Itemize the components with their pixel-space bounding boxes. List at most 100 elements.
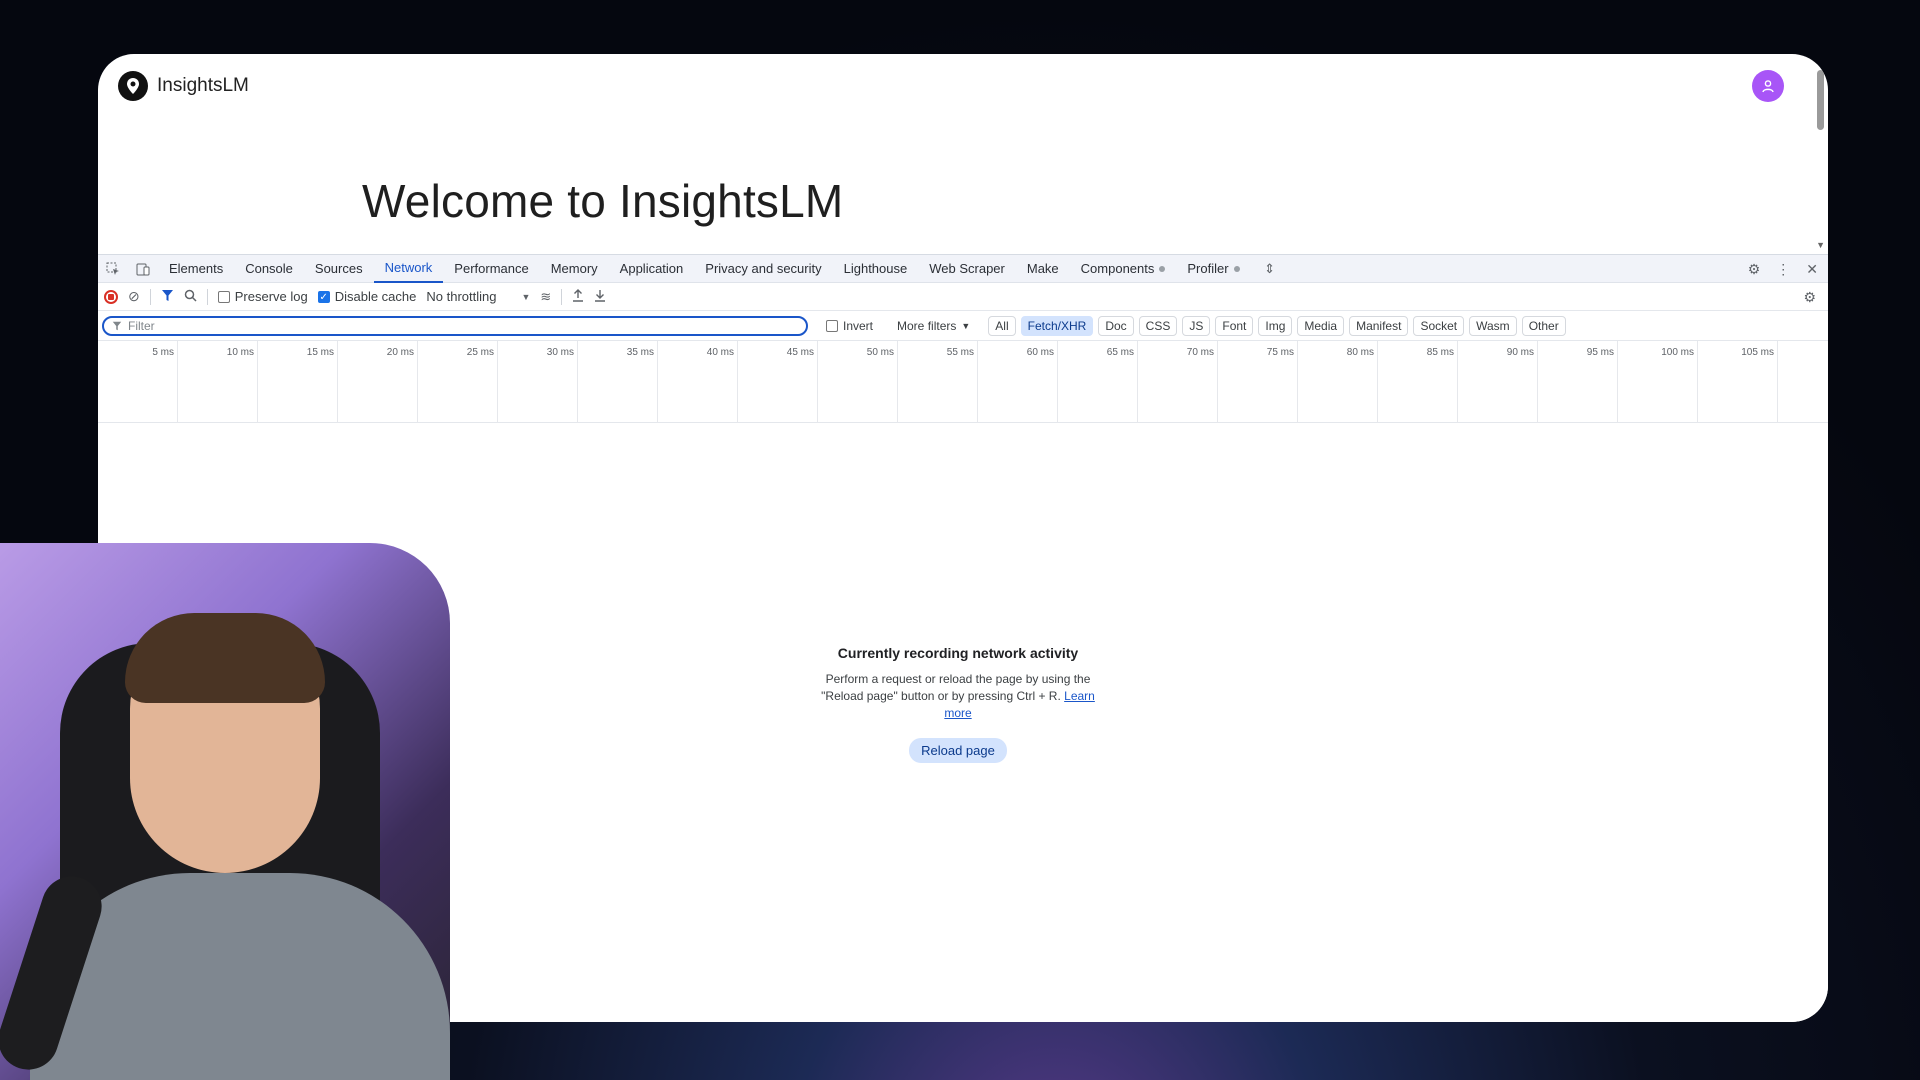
network-filterbar: Filter Invert More filters ▼ All Fetch/XH…	[98, 311, 1828, 341]
timeline-tick: 25 ms	[418, 341, 498, 423]
location-pin-icon	[118, 71, 148, 101]
user-avatar[interactable]	[1752, 70, 1784, 102]
tab-label: Web Scraper	[929, 261, 1005, 276]
tab-label: Lighthouse	[843, 261, 908, 276]
tab-profiler[interactable]: Profiler	[1176, 255, 1250, 283]
chevron-down-icon: ▼	[961, 320, 971, 331]
invert-label: Invert	[843, 318, 874, 333]
timeline-tick: 65 ms	[1058, 341, 1138, 423]
timeline-tick: 55 ms	[898, 341, 978, 423]
devtools-tabs: Elements Console Sources Network Performance…	[158, 255, 1251, 283]
tab-label: Console	[245, 261, 293, 276]
filter-chip-doc[interactable]: Doc	[1098, 315, 1134, 336]
checkbox-box[interactable]	[217, 290, 230, 303]
devtools-tabbar: Elements Console Sources Network Performance…	[98, 255, 1828, 283]
app-logo[interactable]: InsightsLM	[118, 71, 249, 101]
empty-state-title: Currently recording network activity	[837, 645, 1079, 661]
preserve-log-label: Preserve log	[234, 289, 308, 304]
filter-chip-manifest[interactable]: Manifest	[1349, 315, 1409, 336]
filter-chip-js[interactable]: JS	[1182, 315, 1211, 336]
device-toolbar-icon[interactable]	[128, 255, 158, 283]
tab-label: Privacy and security	[705, 261, 822, 276]
disable-cache-checkbox[interactable]: ✓ Disable cache	[317, 289, 417, 304]
filter-chip-all[interactable]: All	[988, 315, 1016, 336]
filter-chip-css[interactable]: CSS	[1138, 315, 1178, 336]
tab-privacy-and-security[interactable]: Privacy and security	[694, 255, 832, 283]
empty-state-text: Perform a request or reload the page by …	[821, 672, 1091, 703]
filter-input[interactable]: Filter	[102, 315, 808, 336]
tab-elements[interactable]: Elements	[158, 255, 234, 283]
timeline-tick: 80 ms	[1298, 341, 1378, 423]
timeline-tick: 85 ms	[1378, 341, 1458, 423]
resource-type-filters: All Fetch/XHR Doc CSS JS Font Img Media Manifest…	[988, 315, 1566, 336]
filter-chip-font[interactable]: Font	[1215, 315, 1254, 336]
more-tabs-icon[interactable]: ⇕	[1255, 255, 1285, 283]
preserve-log-checkbox[interactable]: Preserve log	[217, 289, 308, 304]
tab-label: Sources	[314, 261, 363, 276]
app-name: InsightsLM	[157, 75, 249, 96]
more-options-icon[interactable]: ⋮	[1776, 261, 1790, 278]
tab-components[interactable]: Components	[1070, 255, 1177, 283]
throttling-select[interactable]: No throttling ▼	[426, 289, 530, 304]
tab-memory[interactable]: Memory	[540, 255, 609, 283]
filter-chip-socket[interactable]: Socket	[1413, 315, 1465, 336]
export-har-icon[interactable]	[594, 289, 606, 305]
disable-cache-label: Disable cache	[334, 289, 417, 304]
import-har-icon[interactable]	[572, 288, 584, 305]
record-stop-icon[interactable]	[104, 289, 118, 304]
chevron-down-icon: ▼	[521, 291, 531, 302]
tab-performance[interactable]: Performance	[443, 255, 539, 283]
timeline-tick: 45 ms	[738, 341, 818, 423]
filter-chip-media[interactable]: Media	[1297, 315, 1345, 336]
timeline-tick: 35 ms	[578, 341, 658, 423]
close-icon[interactable]: ✕	[1806, 261, 1818, 278]
tab-application[interactable]: Application	[609, 255, 695, 283]
tab-label: Profiler	[1187, 261, 1229, 276]
filter-funnel-icon[interactable]	[161, 289, 174, 305]
app-header: InsightsLM	[98, 54, 1828, 130]
timeline-tick: 90 ms	[1458, 341, 1538, 423]
user-icon	[1762, 80, 1774, 93]
tab-network[interactable]: Network	[373, 255, 444, 283]
timeline-tick: 50 ms	[818, 341, 898, 423]
tab-label: Make	[1026, 261, 1059, 276]
more-filters-dropdown[interactable]: More filters ▼	[897, 319, 970, 333]
tab-make[interactable]: Make	[1016, 255, 1070, 283]
tab-web-scraper[interactable]: Web Scraper	[918, 255, 1016, 283]
tab-label: Memory	[550, 261, 598, 276]
network-timeline-overview[interactable]: 5 ms 10 ms 15 ms 20 ms 25 ms 30 ms 35 ms 40 ms 4…	[98, 341, 1828, 423]
page-scrollbar[interactable]	[1817, 70, 1824, 130]
tab-console[interactable]: Console	[234, 255, 304, 283]
inspect-element-icon[interactable]	[98, 255, 128, 283]
filter-chip-fetch-xhr[interactable]: Fetch/XHR	[1020, 315, 1094, 336]
throttling-value: No throttling	[426, 289, 497, 304]
timeline-tick: 75 ms	[1218, 341, 1298, 423]
page-title: Welcome to InsightsLM	[362, 175, 844, 227]
tab-label: Application	[619, 261, 684, 276]
divider	[561, 288, 563, 305]
tab-label: Elements	[169, 261, 224, 276]
invert-checkbox[interactable]: Invert	[826, 319, 873, 333]
filter-chip-wasm[interactable]: Wasm	[1469, 315, 1517, 336]
network-conditions-icon[interactable]: ≋	[540, 289, 551, 305]
divider	[206, 288, 208, 305]
reload-page-button[interactable]: Reload page	[909, 738, 1007, 763]
scroll-down-arrow-icon[interactable]: ▼	[1816, 240, 1825, 250]
clear-icon[interactable]: ⊘	[128, 288, 140, 305]
timeline-tick: 5 ms	[98, 341, 178, 423]
search-icon[interactable]	[184, 289, 197, 305]
timeline-tick: 20 ms	[338, 341, 418, 423]
tab-lighthouse[interactable]: Lighthouse	[833, 255, 919, 283]
tab-label: Components	[1080, 261, 1155, 276]
gear-icon[interactable]: ⚙	[1748, 261, 1761, 278]
timeline-tick: 10 ms	[178, 341, 258, 423]
tab-sources[interactable]: Sources	[304, 255, 374, 283]
timeline-tick: 15 ms	[258, 341, 338, 423]
network-settings-gear-icon[interactable]: ⚙	[1803, 289, 1816, 306]
divider	[149, 288, 151, 305]
filter-chip-img[interactable]: Img	[1258, 315, 1293, 336]
timeline-tick: 30 ms	[498, 341, 578, 423]
checkbox-checked-icon[interactable]: ✓	[317, 290, 330, 303]
checkbox-box[interactable]	[826, 319, 838, 332]
filter-chip-other[interactable]: Other	[1521, 315, 1566, 336]
